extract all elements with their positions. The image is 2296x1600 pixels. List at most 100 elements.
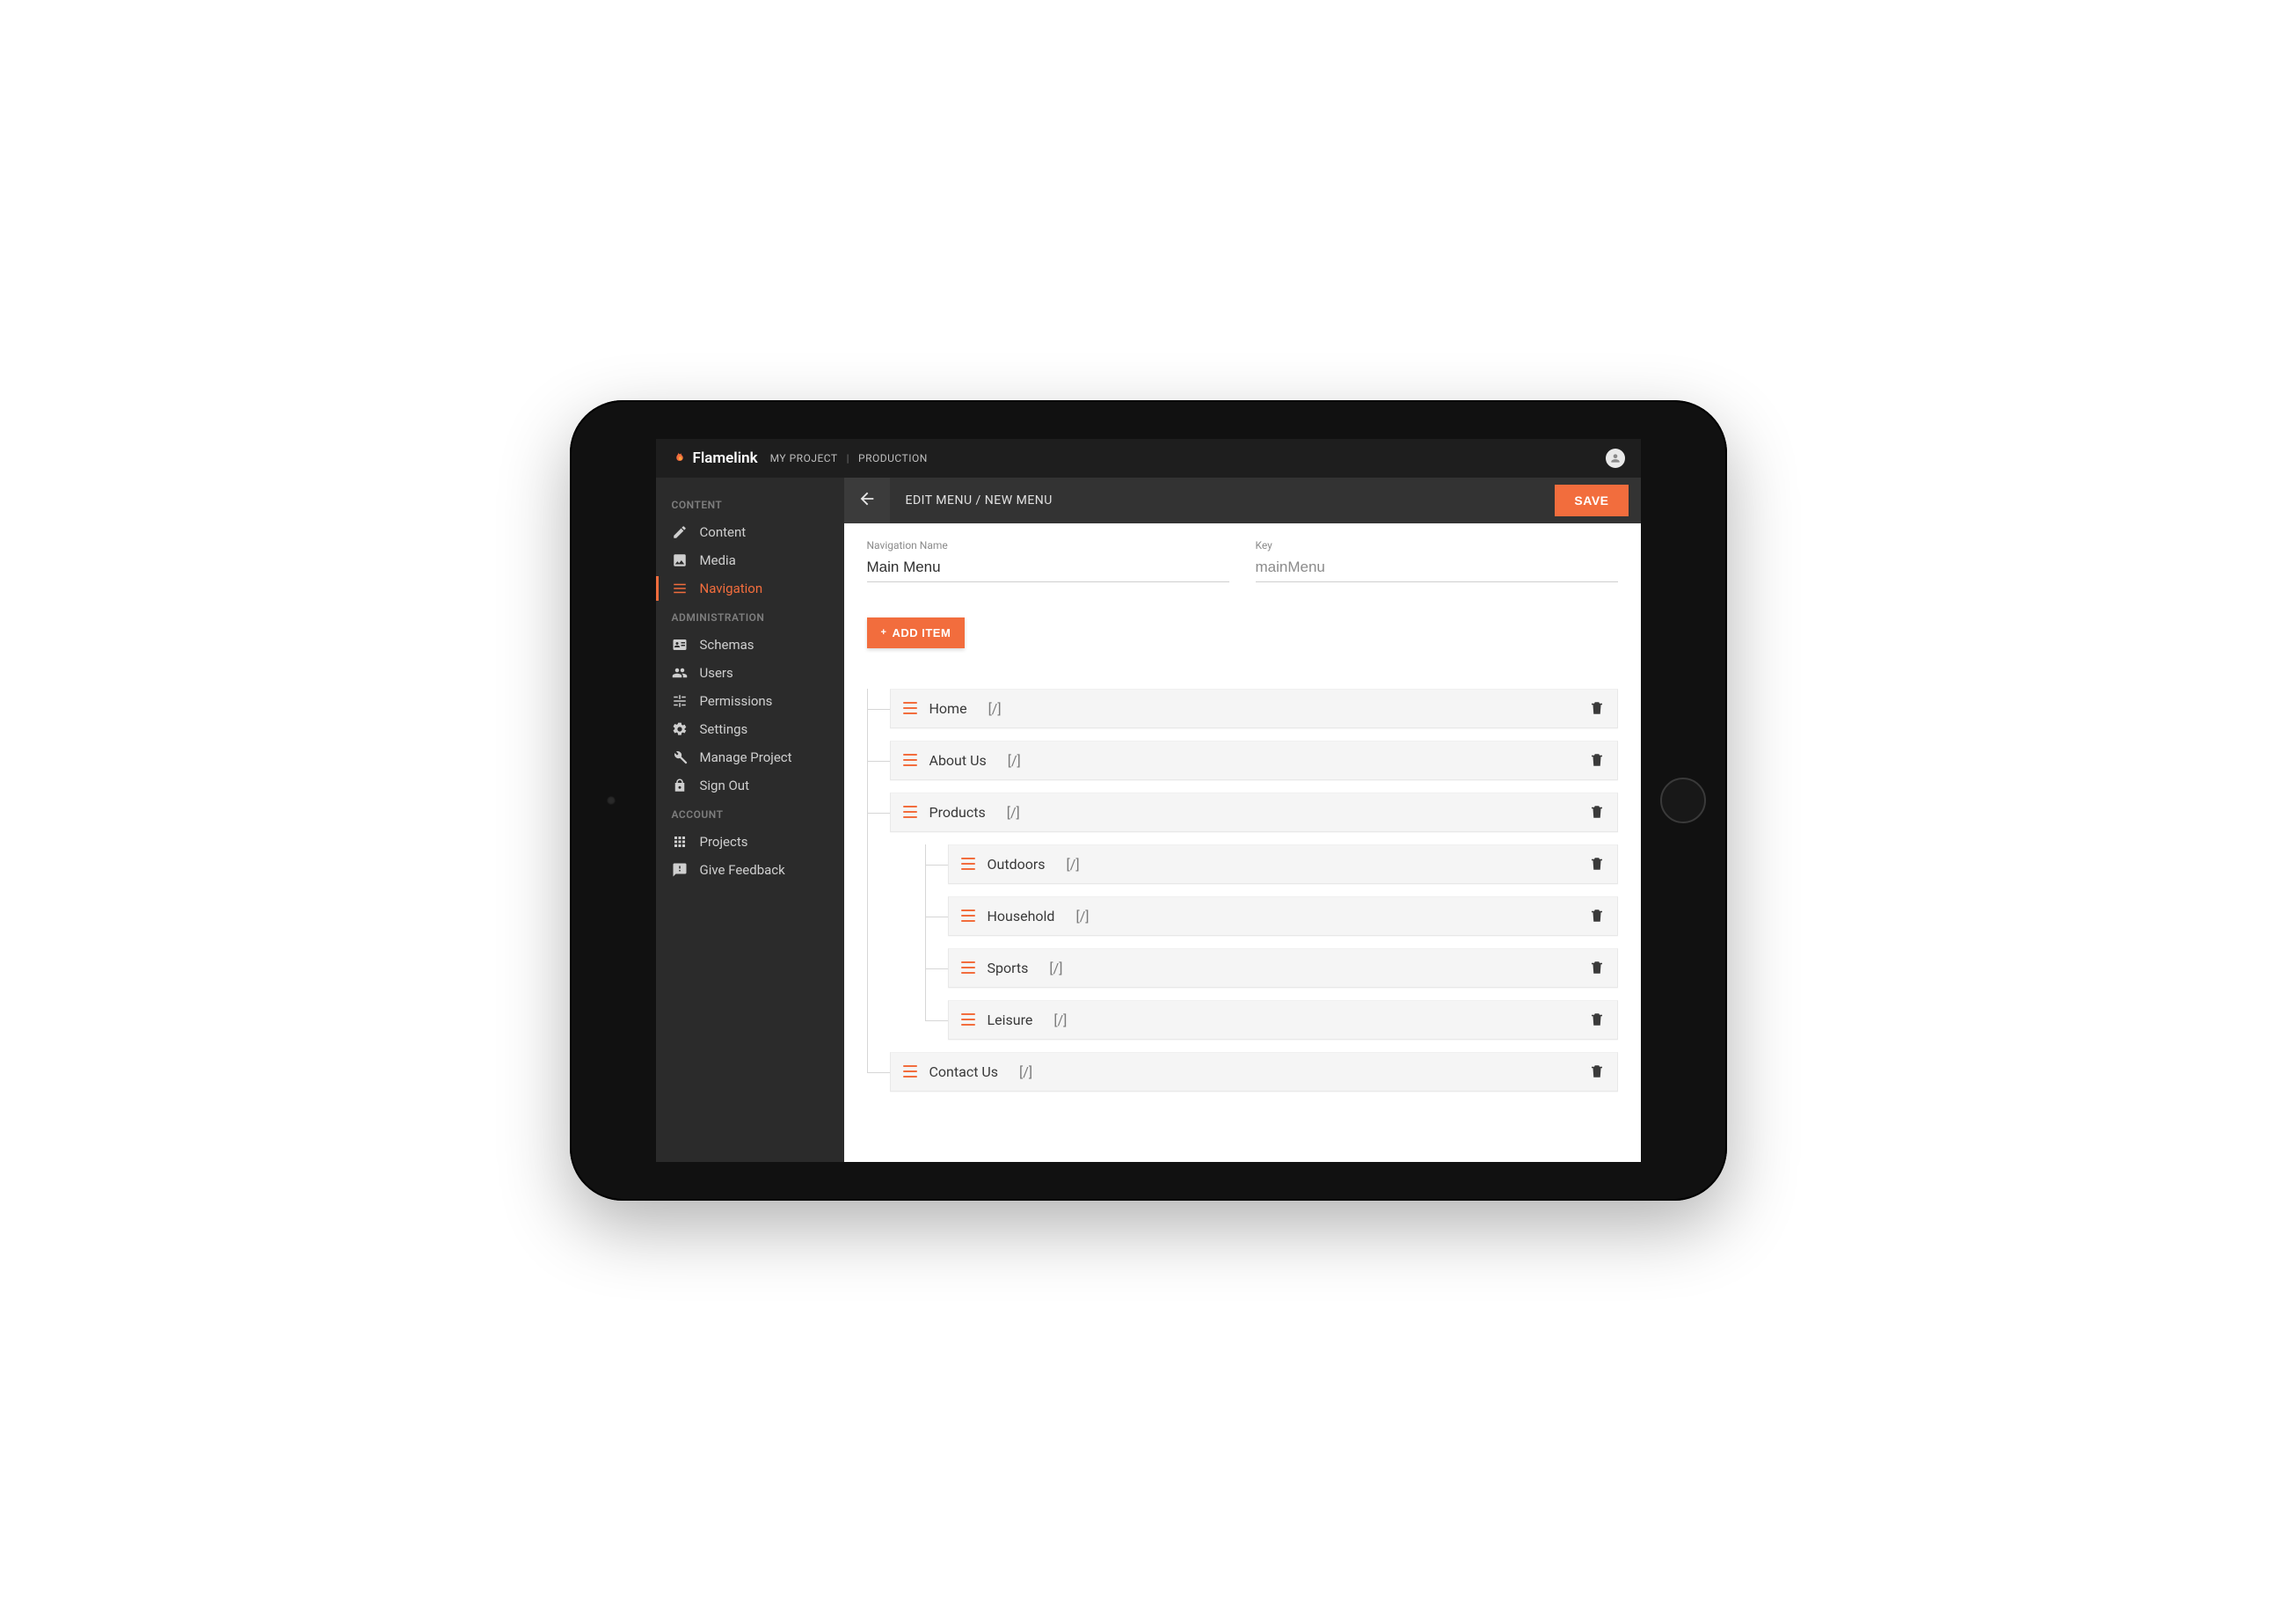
field-label: Key (1256, 539, 1618, 552)
main: EDIT MENU / NEW MENU SAVE Navigation Nam… (844, 478, 1641, 1162)
wrench-icon (672, 749, 688, 765)
grid-icon (672, 834, 688, 850)
trash-icon[interactable] (1589, 700, 1605, 716)
menu-item-row[interactable]: Household[/] (948, 896, 1618, 936)
menu-item-path: [/] (1053, 1012, 1067, 1028)
menu-item-title: Contact Us (929, 1063, 999, 1080)
drag-handle-icon[interactable] (903, 754, 917, 766)
sidebar-heading: ADMINISTRATION (656, 603, 844, 631)
menu-item-row[interactable]: Outdoors [/] (948, 844, 1618, 884)
breadcrumb-item[interactable]: PRODUCTION (858, 452, 928, 464)
tablet-home-button[interactable] (1660, 778, 1706, 823)
image-icon (672, 552, 688, 568)
menu-children: Outdoors[/]Household[/]Sports[/]Leisure[… (925, 844, 1618, 1040)
feedback-icon (672, 862, 688, 878)
sidebar-heading: CONTENT (656, 490, 844, 518)
key-input[interactable] (1256, 557, 1618, 582)
sidebar-item-sign-out[interactable]: Sign Out (656, 771, 844, 800)
menu-item-row[interactable]: Products[/] (890, 793, 1618, 832)
menu-item: Sports[/] (948, 948, 1618, 988)
trash-icon[interactable] (1589, 960, 1605, 975)
drag-handle-icon[interactable] (961, 1013, 975, 1026)
page-title: EDIT MENU / NEW MENU (906, 493, 1053, 508)
drag-handle-icon[interactable] (961, 910, 975, 922)
avatar[interactable] (1606, 449, 1625, 468)
menu-item: Household[/] (948, 896, 1618, 936)
trash-icon[interactable] (1589, 908, 1605, 924)
drag-handle-icon[interactable] (903, 702, 917, 714)
menu-item: Products[/]Outdoors[/]Household[/]Sports… (890, 793, 1618, 1040)
menu-item-path: [/] (1049, 960, 1062, 976)
sidebar-item-manage-project[interactable]: Manage Project (656, 743, 844, 771)
sidebar-item-projects[interactable]: Projects (656, 828, 844, 856)
breadcrumb-item[interactable]: MY PROJECT (770, 452, 838, 464)
drag-handle-icon[interactable] (961, 858, 975, 870)
drag-handle-icon[interactable] (903, 806, 917, 818)
menu-item-title: Products (929, 804, 986, 821)
menu-item-path: [/] (1008, 752, 1021, 769)
lock-icon (672, 778, 688, 793)
trash-icon[interactable] (1589, 804, 1605, 820)
menu-item: Leisure [/] (948, 1000, 1618, 1040)
brand-logo[interactable]: Flamelink (672, 449, 758, 467)
navigation-name-input[interactable] (867, 557, 1229, 582)
gear-icon (672, 721, 688, 737)
brand-name: Flamelink (693, 449, 758, 467)
list-icon (672, 581, 688, 596)
menu-item: About Us [/] (890, 741, 1618, 780)
menu-item-title: Household (988, 908, 1055, 924)
sidebar-item-label: Content (700, 524, 747, 540)
save-button[interactable]: SAVE (1555, 485, 1628, 516)
menu-item-title: Outdoors (988, 856, 1046, 873)
tablet-frame: Flamelink MY PROJECT | PRODUCTION CONTEN… (570, 400, 1727, 1201)
menu-tree: Home[/]About Us[/]Products[/]Outdoors[/]… (867, 689, 1618, 1092)
sidebar-item-users[interactable]: Users (656, 659, 844, 687)
users-icon (672, 665, 688, 681)
id-card-icon (672, 637, 688, 653)
sidebar-item-label: Manage Project (700, 749, 792, 765)
trash-icon[interactable] (1589, 752, 1605, 768)
sidebar-item-label: Media (700, 552, 736, 568)
key-field: Key (1256, 539, 1618, 582)
menu-item-title: About Us (929, 752, 987, 769)
menu-item: Contact Us[/] (890, 1052, 1618, 1092)
plus-icon: + (881, 627, 887, 638)
menu-item-row[interactable]: Sports[/] (948, 948, 1618, 988)
pencil-icon (672, 524, 688, 540)
sidebar-item-label: Navigation (700, 581, 763, 596)
menu-item-row[interactable]: Home[/] (890, 689, 1618, 728)
app-screen: Flamelink MY PROJECT | PRODUCTION CONTEN… (656, 439, 1641, 1162)
sidebar-item-label: Settings (700, 721, 748, 737)
sidebar-item-label: Users (700, 665, 733, 681)
sidebar-item-schemas[interactable]: Schemas (656, 631, 844, 659)
menu-item: Outdoors [/] (948, 844, 1618, 884)
add-item-label: ADD ITEM (892, 626, 951, 639)
menu-item-row[interactable]: About Us [/] (890, 741, 1618, 780)
arrow-left-icon (857, 489, 877, 512)
drag-handle-icon[interactable] (961, 961, 975, 974)
sidebar-item-permissions[interactable]: Permissions (656, 687, 844, 715)
sidebar-item-give-feedback[interactable]: Give Feedback (656, 856, 844, 884)
back-button[interactable] (844, 478, 890, 523)
sidebar: CONTENT Content Media Navigation ADMINISTRAT… (656, 478, 844, 1162)
breadcrumb: MY PROJECT | PRODUCTION (770, 452, 928, 464)
add-item-button[interactable]: + ADD ITEM (867, 617, 966, 648)
page-bar: EDIT MENU / NEW MENU SAVE (844, 478, 1641, 523)
menu-item-title: Leisure (988, 1012, 1033, 1028)
menu-item-row[interactable]: Contact Us[/] (890, 1052, 1618, 1092)
navigation-name-field: Navigation Name (867, 539, 1229, 582)
trash-icon[interactable] (1589, 1012, 1605, 1027)
menu-item-row[interactable]: Leisure [/] (948, 1000, 1618, 1040)
menu-item-path: [/] (1067, 856, 1080, 873)
flame-icon (672, 450, 688, 466)
trash-icon[interactable] (1589, 856, 1605, 872)
trash-icon[interactable] (1589, 1063, 1605, 1079)
sliders-icon (672, 693, 688, 709)
sidebar-item-navigation[interactable]: Navigation (656, 574, 844, 603)
sidebar-item-settings[interactable]: Settings (656, 715, 844, 743)
sidebar-item-label: Sign Out (700, 778, 749, 793)
sidebar-item-content[interactable]: Content (656, 518, 844, 546)
sidebar-item-media[interactable]: Media (656, 546, 844, 574)
menu-item-path: [/] (988, 700, 1002, 717)
drag-handle-icon[interactable] (903, 1065, 917, 1078)
